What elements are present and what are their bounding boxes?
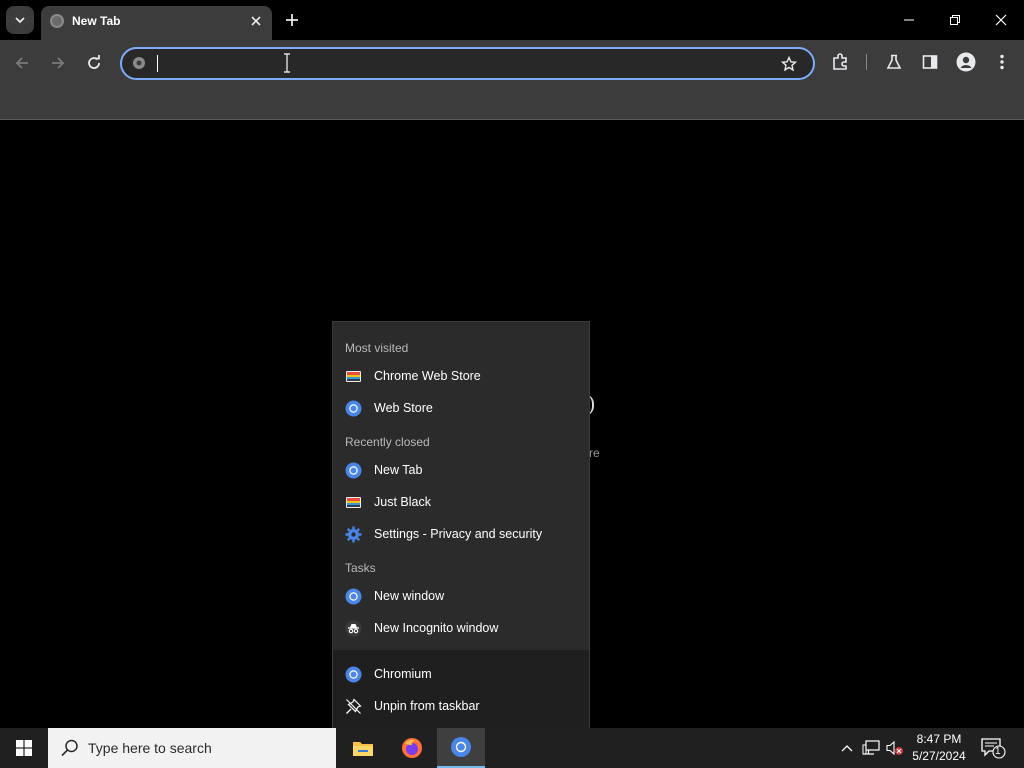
taskbar-search-box[interactable]: Type here to search (48, 728, 336, 768)
star-icon (781, 56, 797, 72)
jumplist-item-new-incognito-window[interactable]: New Incognito window (333, 613, 589, 643)
clock-time: 8:47 PM (916, 732, 962, 746)
jumplist-item-chrome-web-store[interactable]: Chrome Web Store (333, 361, 589, 391)
ntp-customize-fragment: re (589, 446, 600, 460)
jumplist-heading-recently-closed: Recently closed (345, 435, 430, 449)
taskbar-chromium[interactable] (437, 728, 485, 768)
bookmark-star-button[interactable] (778, 53, 800, 75)
close-icon (995, 14, 1007, 26)
side-panel-icon (922, 55, 938, 69)
rainbow-icon (346, 371, 361, 382)
minimize-icon (904, 19, 914, 21)
chromium-icon (345, 462, 362, 479)
tab-close-button[interactable] (246, 11, 266, 31)
bookmark-bar (0, 85, 1024, 120)
volume-muted-icon (886, 740, 903, 756)
notification-center-button[interactable]: 1 (980, 736, 1006, 760)
jumplist-item-label: Chromium (374, 667, 432, 681)
chromium-icon (133, 57, 145, 69)
chevron-up-icon (841, 745, 853, 752)
restore-icon (950, 15, 960, 25)
omnibox[interactable] (120, 47, 815, 80)
jumplist-item-label: New Incognito window (374, 621, 499, 635)
rainbow-icon (346, 497, 361, 508)
gear-icon (345, 526, 362, 543)
restore-button[interactable] (932, 0, 978, 40)
back-button[interactable] (8, 49, 36, 77)
jumplist-item-unpin-from-taskbar[interactable]: Unpin from taskbar (333, 691, 589, 721)
menu-button[interactable] (988, 48, 1016, 76)
kebab-menu-icon (1000, 54, 1004, 70)
notification-icon (981, 738, 1006, 759)
reload-icon (88, 55, 100, 69)
jumplist-item-label: Unpin from taskbar (374, 699, 480, 713)
jumplist-heading-most-visited: Most visited (345, 341, 409, 355)
network-button[interactable] (861, 738, 881, 758)
labs-button[interactable] (880, 48, 908, 76)
profile-button[interactable] (952, 48, 980, 76)
arrow-left-icon (15, 57, 28, 69)
jumplist-item-label: New Tab (374, 463, 423, 477)
jumplist-heading-tasks: Tasks (345, 561, 376, 575)
folder-icon (353, 742, 373, 756)
reload-button[interactable] (80, 49, 108, 77)
puzzle-icon (833, 53, 847, 70)
chromium-icon (451, 737, 471, 757)
side-panel-button[interactable] (916, 48, 944, 76)
close-window-button[interactable] (978, 0, 1024, 40)
chromium-icon (345, 588, 362, 605)
chevron-down-icon (15, 17, 25, 24)
forward-button[interactable] (44, 49, 72, 77)
taskbar-firefox[interactable] (388, 728, 436, 768)
minimize-button[interactable] (886, 0, 932, 40)
chromium-icon (345, 400, 362, 417)
windows-taskbar: Type here to search 8:47 PM 5/27/2024 1 (0, 728, 1024, 768)
jumplist-item-label: Chrome Web Store (374, 369, 481, 383)
jumplist-item-just-black[interactable]: Just Black (333, 487, 589, 517)
taskbar-search-placeholder: Type here to search (88, 740, 212, 756)
title-bar: New Tab (0, 0, 1024, 40)
text-caret (157, 55, 158, 72)
jumplist-item-label: New window (374, 589, 445, 603)
tab-search-button[interactable] (6, 6, 34, 34)
show-hidden-icons-button[interactable] (837, 738, 857, 758)
chromium-icon (345, 666, 362, 683)
globe-icon (50, 14, 64, 28)
jumplist-item-chromium[interactable]: Chromium (333, 659, 589, 689)
jumplist-item-label: Just Black (374, 495, 431, 509)
jumplist-item-label: Settings - Privacy and security (374, 527, 543, 541)
unpin-icon (346, 698, 362, 714)
ibeam-cursor-icon (284, 53, 290, 73)
start-button[interactable] (0, 728, 48, 768)
jumplist-pinned-section: Chromium Unpin from taskbar (333, 650, 589, 729)
search-icon (61, 739, 78, 757)
taskbar-file-explorer[interactable] (339, 728, 387, 768)
incognito-icon (345, 620, 362, 637)
tab-title: New Tab (72, 14, 121, 28)
arrow-right-icon (52, 57, 65, 69)
network-icon (862, 740, 880, 755)
jumplist-item-new-window[interactable]: New window (333, 581, 589, 611)
close-icon (251, 16, 261, 26)
plus-icon (286, 14, 298, 26)
tab-new-tab[interactable]: New Tab (41, 6, 272, 40)
clock-date: 5/27/2024 (912, 749, 966, 763)
extensions-button[interactable] (826, 48, 854, 76)
jumplist-item-settings-privacy[interactable]: Settings - Privacy and security (333, 519, 589, 549)
jumplist-item-web-store[interactable]: Web Store (333, 393, 589, 423)
taskbar-clock[interactable]: 8:47 PM 5/27/2024 (905, 731, 973, 765)
toolbar (0, 40, 1024, 85)
windows-logo-icon (16, 740, 32, 756)
volume-button[interactable] (885, 738, 905, 758)
toolbar-separator (866, 54, 867, 70)
notification-count-badge: 1 (995, 746, 1001, 757)
new-tab-button[interactable] (280, 8, 304, 32)
firefox-icon (402, 738, 422, 758)
flask-icon (886, 54, 902, 69)
jumplist-item-new-tab[interactable]: New Tab (333, 455, 589, 485)
jumplist-item-label: Web Store (374, 401, 433, 415)
avatar-icon (956, 52, 976, 72)
taskbar-jumplist: Most visited Chrome Web Store Web Store … (332, 321, 590, 729)
